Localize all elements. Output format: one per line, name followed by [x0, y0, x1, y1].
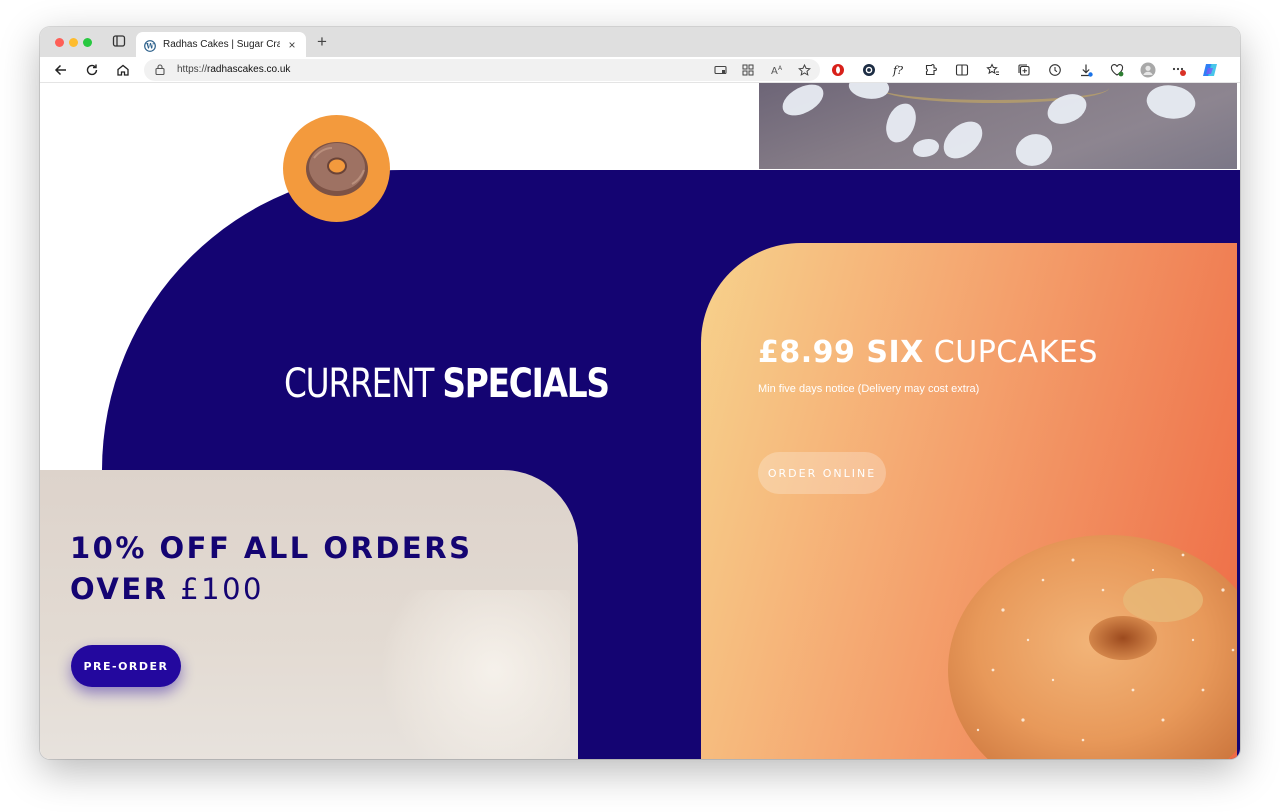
price-bold: £8.99 SIX [758, 335, 924, 370]
sidebar-icon[interactable] [112, 34, 128, 50]
background-jar-photo [380, 590, 570, 759]
discount-offer-heading: 10% OFF ALL ORDERS OVER £100 [70, 528, 472, 610]
url-text: https://radhascakes.co.uk [177, 64, 290, 75]
tab-bar: W Radhas Cakes | Sugar Craft & S × + [40, 27, 1240, 57]
browser-toolbar: https://radhascakes.co.uk AA f? [40, 57, 1240, 83]
history-icon[interactable] [1047, 62, 1063, 78]
cast-icon[interactable] [712, 62, 728, 78]
formula-extension-icon[interactable]: f? [892, 62, 908, 78]
vpn-extension-icon[interactable] [861, 62, 877, 78]
home-icon[interactable] [114, 61, 132, 79]
price-notice: Min five days notice (Delivery may cost … [758, 383, 980, 395]
collections-icon[interactable] [1016, 62, 1032, 78]
offer-line-1: 10% OFF ALL ORDERS [70, 531, 473, 565]
extensions-icon[interactable] [923, 62, 939, 78]
health-icon[interactable] [1109, 62, 1125, 78]
petal-decoration [913, 139, 939, 157]
petal-decoration [936, 116, 990, 164]
split-screen-icon[interactable] [954, 62, 970, 78]
offer-line-2-light: £100 [180, 572, 264, 606]
minimize-window-button[interactable] [69, 38, 78, 47]
lock-icon[interactable] [154, 63, 166, 81]
price-light: CUPCAKES [933, 335, 1098, 370]
petal-decoration [846, 83, 892, 104]
sugar-donut-image [948, 535, 1237, 759]
address-bar[interactable]: https://radhascakes.co.uk AA [144, 59, 820, 81]
read-aloud-icon[interactable]: AA [768, 62, 784, 78]
page-viewport: CURRENT SPECIALS 10% OFF ALL ORDERS OVER… [40, 83, 1240, 759]
favorites-icon[interactable] [985, 62, 1001, 78]
petal-decoration [1011, 127, 1057, 169]
address-bar-icons: AA [712, 62, 812, 78]
profile-icon[interactable] [1140, 62, 1156, 78]
cupcake-price-heading: £8.99 SIX CUPCAKES [758, 335, 1098, 370]
discount-offer-card: 10% OFF ALL ORDERS OVER £100 PRE-ORDER [40, 470, 578, 759]
donut-badge [283, 115, 390, 222]
new-tab-button[interactable]: + [313, 33, 331, 51]
wordpress-icon: W [144, 39, 156, 52]
offer-line-2-bold: OVER [70, 572, 169, 606]
specials-heading: CURRENT SPECIALS [284, 361, 610, 407]
url-scheme: https:// [177, 64, 208, 75]
svg-text:W: W [145, 41, 154, 50]
downloads-icon[interactable] [1078, 62, 1094, 78]
back-icon[interactable] [52, 61, 70, 79]
opera-extension-icon[interactable] [830, 62, 846, 78]
petal-decoration [1142, 83, 1200, 127]
pre-order-button[interactable]: PRE-ORDER [71, 645, 181, 687]
svg-text:f?: f? [892, 64, 903, 77]
svg-text:A: A [778, 65, 783, 72]
wedding-cake-photo [759, 83, 1237, 169]
tab-title: Radhas Cakes | Sugar Craft & S [163, 39, 280, 50]
extensions-toolbar: f? [830, 62, 1218, 78]
specials-heading-light: CURRENT [284, 361, 434, 407]
more-menu-icon[interactable] [1171, 62, 1187, 78]
chocolate-donut-image [305, 141, 368, 196]
browser-window: W Radhas Cakes | Sugar Craft & S × + htt… [40, 27, 1240, 759]
specials-heading-bold: SPECIALS [442, 361, 610, 407]
apps-icon[interactable] [740, 62, 756, 78]
order-online-button[interactable]: ORDER ONLINE [758, 452, 886, 494]
close-window-button[interactable] [55, 38, 64, 47]
reload-icon[interactable] [83, 61, 101, 79]
svg-text:A: A [771, 66, 778, 76]
tab-radhas-cakes[interactable]: W Radhas Cakes | Sugar Craft & S × [136, 32, 306, 57]
url-host: radhascakes.co.uk [207, 64, 291, 75]
copilot-icon[interactable] [1202, 62, 1218, 78]
petal-decoration [777, 83, 829, 120]
maximize-window-button[interactable] [83, 38, 92, 47]
cupcake-offer-card: £8.99 SIX CUPCAKES Min five days notice … [701, 243, 1237, 759]
tab-close-icon[interactable]: × [286, 38, 298, 52]
petal-decoration [883, 100, 919, 146]
favorite-icon[interactable] [796, 62, 812, 78]
